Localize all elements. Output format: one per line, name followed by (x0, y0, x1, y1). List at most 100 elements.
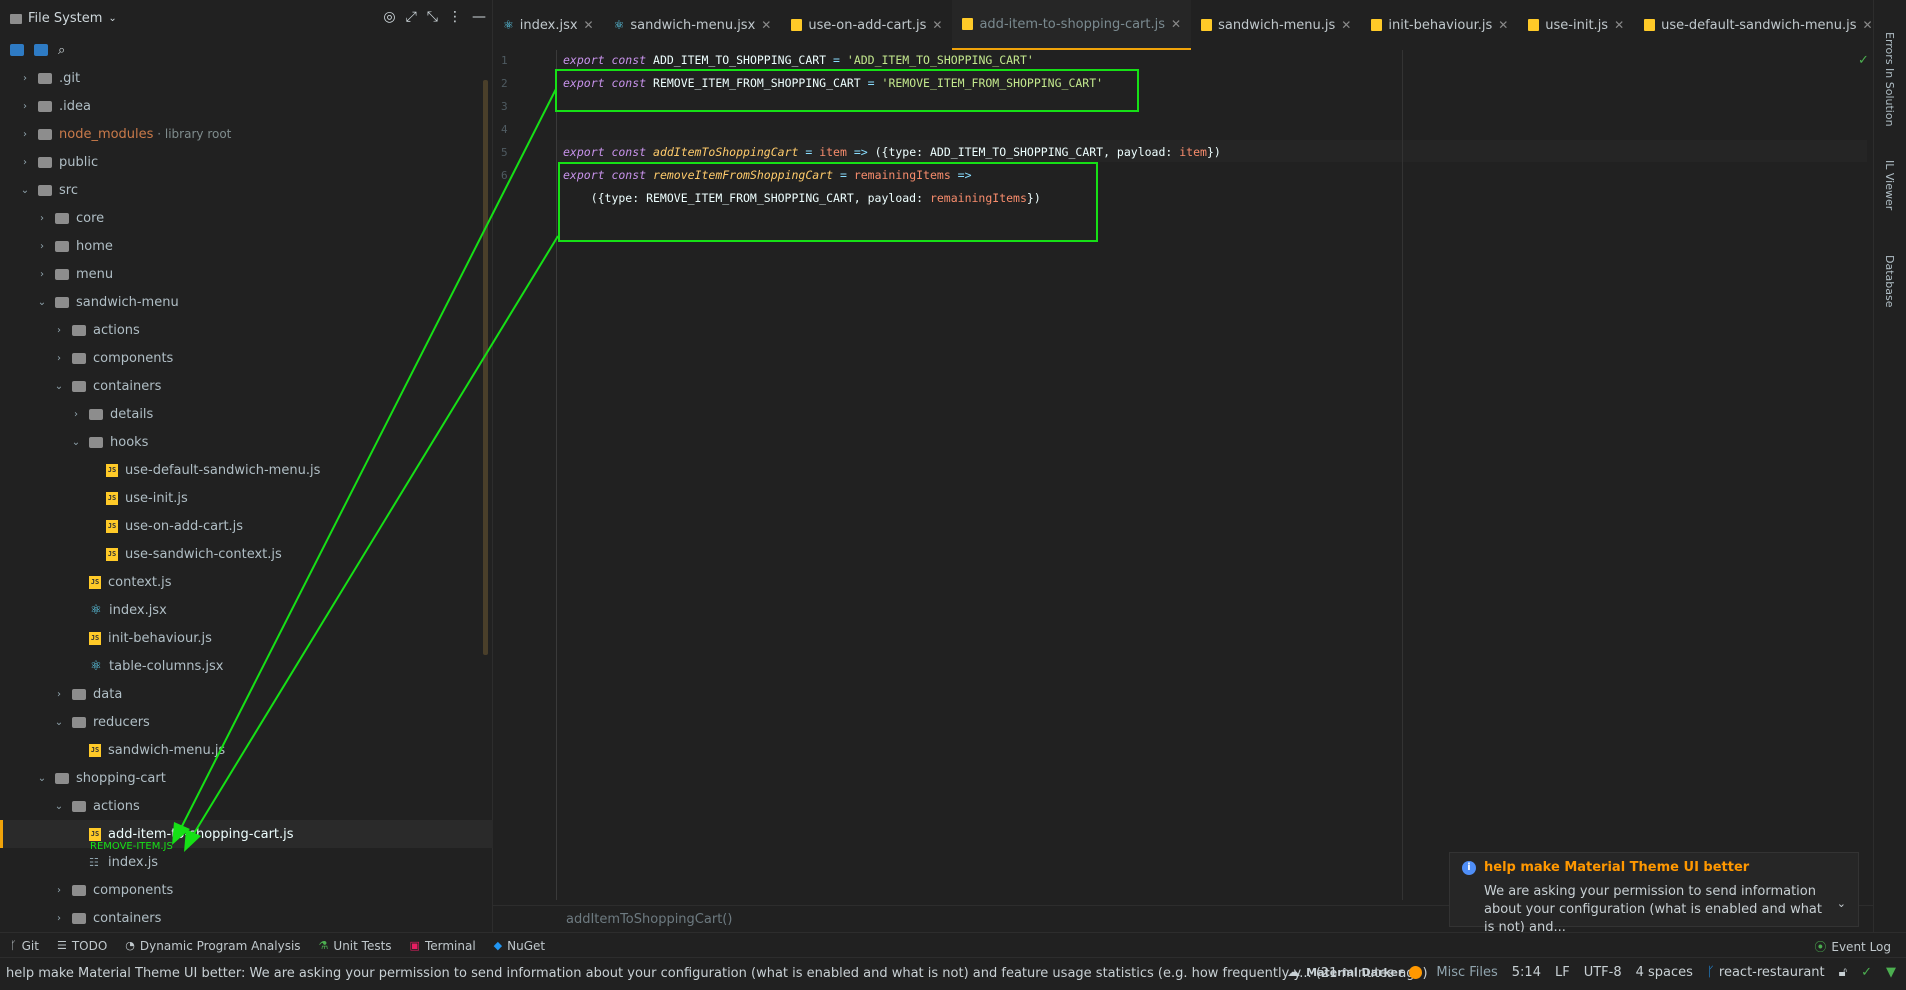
chevron-down-icon[interactable]: ⌄ (37, 297, 47, 308)
minimize-icon[interactable]: — (472, 9, 486, 25)
tree-item-context[interactable]: JS context.js (0, 568, 565, 596)
more-options-icon[interactable]: ⋮ (448, 9, 462, 25)
search-icon[interactable]: ⌕ (58, 43, 65, 58)
chevron-down-icon[interactable]: ⌄ (54, 801, 64, 812)
tab-sandwich-menu-js[interactable]: sandwich-menu.js ✕ (1191, 0, 1361, 50)
chevron-right-icon[interactable]: › (20, 101, 30, 112)
chevron-right-icon[interactable]: › (54, 353, 64, 364)
tool-dynamic-program-analysis[interactable]: ◔ Dynamic Program Analysis (125, 939, 300, 953)
collapse-icon[interactable]: ⤡ (427, 9, 438, 25)
close-icon[interactable]: ✕ (1614, 18, 1624, 32)
tree-item-actions[interactable]: › actions (0, 316, 538, 344)
tree-item-init-behaviour[interactable]: JS init-behaviour.js (0, 624, 565, 652)
chevron-down-icon[interactable]: ⌄ (54, 717, 64, 728)
chevron-right-icon[interactable]: › (71, 409, 81, 420)
chevron-right-icon[interactable]: › (54, 913, 64, 924)
tree-item-table-columns[interactable]: ⚛ table-columns.jsx (0, 652, 565, 680)
chevron-right-icon[interactable]: › (20, 157, 30, 168)
tab-init-behaviour[interactable]: init-behaviour.js ✕ (1361, 0, 1518, 50)
tree-item-cart-containers[interactable]: › containers (0, 904, 538, 932)
errors-in-solution-tab[interactable]: Errors In Solution (1883, 32, 1896, 127)
tree-item-shopping-cart[interactable]: ⌄ shopping-cart (0, 764, 521, 792)
tree-item-public[interactable]: › public (0, 148, 504, 176)
tab-use-init[interactable]: use-init.js ✕ (1518, 0, 1634, 50)
tool-terminal[interactable]: ▣ Terminal (410, 939, 476, 953)
tree-item-details[interactable]: › details (0, 400, 555, 428)
indent-setting[interactable]: 4 spaces (1636, 965, 1693, 980)
shield-icon[interactable]: ▼ (1886, 965, 1896, 980)
chevron-down-icon[interactable]: ⌄ (54, 381, 64, 392)
solution-view-icon[interactable] (10, 44, 24, 56)
file-view-icon[interactable] (34, 44, 48, 56)
tool-nuget[interactable]: ◆ NuGet (494, 939, 545, 953)
tree-item-cart-index[interactable]: ☷ index.js (0, 848, 565, 876)
notification-balloon[interactable]: i help make Material Theme UI better We … (1449, 852, 1859, 935)
tree-item-data[interactable]: › data (0, 680, 538, 708)
caret-position[interactable]: 5:14 (1512, 965, 1541, 980)
close-icon[interactable]: ✕ (584, 18, 594, 32)
il-viewer-tab[interactable]: IL Viewer (1883, 160, 1896, 210)
close-icon[interactable]: ✕ (932, 18, 942, 32)
tree-item-git[interactable]: › .git (0, 64, 504, 92)
tab-index-jsx[interactable]: ⚛ index.jsx ✕ (493, 0, 604, 50)
tab-use-on-add-cart[interactable]: use-on-add-cart.js ✕ (781, 0, 952, 50)
close-icon[interactable]: ✕ (1862, 18, 1872, 32)
chevron-right-icon[interactable]: › (37, 241, 47, 252)
code-editor[interactable]: 1 2 3 4 5 6 export const ADD_ITEM_TO_SHO… (493, 50, 1873, 905)
tree-item-core[interactable]: › core (0, 204, 521, 232)
expand-icon[interactable]: ⤢ (406, 9, 417, 25)
chevron-right-icon[interactable]: › (37, 213, 47, 224)
close-icon[interactable]: ✕ (1498, 18, 1508, 32)
git-branch-widget[interactable]: ᚴ react-restaurant (1707, 965, 1825, 980)
tool-git[interactable]: ᚴ Git (10, 939, 39, 953)
chevron-right-icon[interactable]: › (54, 325, 64, 336)
chevron-right-icon[interactable]: › (20, 73, 30, 84)
tree-item-cart-actions[interactable]: ⌄ actions (0, 792, 538, 820)
database-tab[interactable]: Database (1883, 255, 1896, 308)
tree-item-home[interactable]: › home (0, 232, 521, 260)
close-icon[interactable]: ✕ (1341, 18, 1351, 32)
chevron-right-icon[interactable]: › (37, 269, 47, 280)
status-message[interactable]: help make Material Theme UI better: We a… (6, 966, 1428, 981)
line-separator[interactable]: LF (1555, 965, 1570, 980)
tree-item-node-modules[interactable]: › node_modules · library root (0, 120, 504, 148)
tree-label: containers (93, 910, 162, 926)
chevron-right-icon[interactable]: › (54, 885, 64, 896)
tree-item-src[interactable]: ⌄ src (0, 176, 504, 204)
chevron-right-icon[interactable]: › (54, 689, 64, 700)
tree-item-reducers[interactable]: ⌄ reducers (0, 708, 538, 736)
misc-files-label[interactable]: Misc Files (1436, 965, 1497, 980)
tab-sandwich-menu-jsx[interactable]: ⚛ sandwich-menu.jsx ✕ (604, 0, 782, 50)
event-log-button[interactable]: ⦿ Event Log (1814, 938, 1891, 955)
inspection-ok-icon[interactable]: ✓ (1861, 965, 1872, 980)
tree-item-components[interactable]: › components (0, 344, 538, 372)
sidebar-scrollbar[interactable] (483, 80, 488, 655)
chevron-down-icon[interactable]: ⌄ (37, 773, 47, 784)
chevron-right-icon[interactable]: › (20, 129, 30, 140)
sidebar-title-dropdown[interactable]: File System ⌄ (10, 11, 117, 26)
tab-use-default-sandwich-menu[interactable]: use-default-sandwich-menu.js ✕ (1634, 0, 1882, 50)
material-theme-widget[interactable]: ☁ Material Darker (1287, 965, 1423, 980)
tree-item-add-item-to-shopping-cart[interactable]: JS add-item-to-shopping-cart.js (0, 820, 565, 848)
close-icon[interactable]: ✕ (1171, 17, 1181, 31)
close-icon[interactable]: ✕ (761, 18, 771, 32)
chevron-down-icon[interactable]: ⌄ (1837, 897, 1846, 910)
tool-label: Dynamic Program Analysis (139, 938, 301, 953)
tree-item-hooks[interactable]: ⌄ hooks (0, 428, 555, 456)
tree-item-menu[interactable]: › menu (0, 260, 521, 288)
tab-add-item-to-shopping-cart[interactable]: add-item-to-shopping-cart.js ✕ (952, 0, 1192, 50)
notification-title[interactable]: help make Material Theme UI better (1484, 860, 1749, 875)
lock-icon[interactable]: 🔓︎ (1839, 965, 1847, 980)
tree-item-containers[interactable]: ⌄ containers (0, 372, 538, 400)
tool-todo[interactable]: ☰ TODO (57, 939, 107, 953)
tree-item-index-jsx[interactable]: ⚛ index.jsx (0, 596, 565, 624)
tree-item-sandwich-menu-reducer[interactable]: JS sandwich-menu.js (0, 736, 565, 764)
target-icon[interactable]: ◎ (383, 9, 395, 25)
tree-item-cart-components[interactable]: › components (0, 876, 538, 904)
tool-unit-tests[interactable]: ⚗ Unit Tests (319, 939, 392, 953)
chevron-down-icon[interactable]: ⌄ (71, 437, 81, 448)
chevron-down-icon[interactable]: ⌄ (20, 185, 30, 196)
file-encoding[interactable]: UTF-8 (1584, 965, 1622, 980)
tree-item-idea[interactable]: › .idea (0, 92, 504, 120)
tree-item-sandwich-menu[interactable]: ⌄ sandwich-menu (0, 288, 521, 316)
